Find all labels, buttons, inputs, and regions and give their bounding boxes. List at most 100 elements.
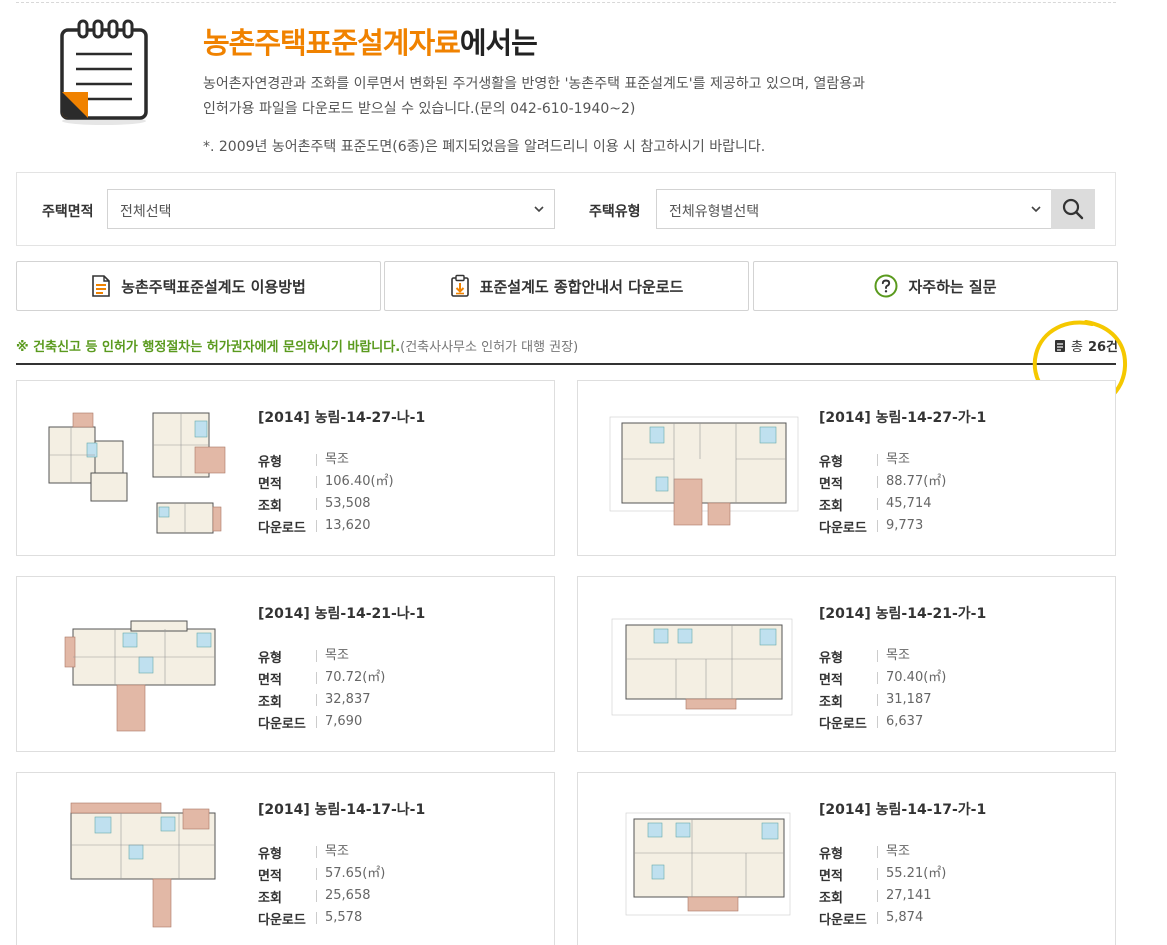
value-downloads: 13,620 — [316, 519, 371, 532]
value-area: 57.65(㎡) — [316, 867, 385, 880]
row-views: 조회 31,187 — [819, 689, 946, 711]
type-select-value: 전체유형별선택 — [669, 204, 760, 220]
row-area: 면적 88.77(㎡) — [819, 471, 946, 493]
row-views: 조회 45,714 — [819, 493, 946, 515]
label-area: 면적 — [819, 868, 843, 884]
list-divider — [16, 363, 1116, 365]
design-card[interactable]: [2014] 농림-14-17-나-1 유형 목조 면적 57.65(㎡) 조회 25… — [16, 772, 555, 945]
search-button[interactable] — [1051, 189, 1095, 229]
value-area: 88.77(㎡) — [877, 475, 946, 488]
label-area: 면적 — [258, 868, 282, 884]
floor-plan-thumbnail — [64, 620, 216, 732]
label-views: 조회 — [258, 498, 282, 514]
label-views: 조회 — [258, 890, 282, 906]
document-icon — [92, 275, 110, 297]
usage-guide-label: 농촌주택표준설계도 이용방법 — [121, 277, 306, 296]
label-type: 유형 — [258, 846, 282, 862]
search-icon — [1062, 198, 1084, 220]
card-title: [2014] 농림-14-21-나-1 — [258, 606, 426, 622]
floor-plan-thumbnail — [70, 802, 216, 928]
intro-line-1: 농어촌자연경관과 조화를 이루면서 변화된 주거생활을 반영한 '농촌주택 표준… — [203, 76, 866, 92]
card-title: [2014] 농림-14-27-나-1 — [258, 410, 426, 426]
intro-line-2: 인허가용 파일을 다운로드 받으실 수 있습니다.(문의 042-610-194… — [203, 101, 636, 117]
label-type: 유형 — [258, 650, 282, 666]
value-downloads: 5,874 — [877, 911, 923, 924]
guide-download-label: 표준설계도 종합안내서 다운로드 — [479, 277, 684, 296]
page-title: 농촌주택표준설계자료에서는 — [203, 20, 538, 62]
faq-button[interactable]: 자주하는 질문 — [753, 261, 1118, 311]
usage-guide-button[interactable]: 농촌주택표준설계도 이용방법 — [16, 261, 381, 311]
card-title: [2014] 농림-14-27-가-1 — [819, 410, 987, 426]
card-title: [2014] 농림-14-17-나-1 — [258, 802, 426, 818]
card-details: 유형 목조 면적 70.72(㎡) 조회 32,837 다운로드 7,690 — [258, 645, 385, 733]
guide-download-button[interactable]: 표준설계도 종합안내서 다운로드 — [384, 261, 749, 311]
top-divider — [16, 2, 1116, 3]
card-details: 유형 목조 면적 106.40(㎡) 조회 53,508 다운로드 13,620 — [258, 449, 394, 537]
label-type: 유형 — [258, 454, 282, 470]
row-views: 조회 27,141 — [819, 885, 946, 907]
label-area: 면적 — [258, 672, 282, 688]
area-select[interactable]: 전체선택 — [107, 189, 555, 229]
title-rest: 에서는 — [459, 26, 538, 60]
label-type: 유형 — [819, 846, 843, 862]
label-area: 면적 — [819, 476, 843, 492]
design-card[interactable]: [2014] 농림-14-27-나-1 유형 목조 면적 106.40(㎡) 조회 5… — [16, 380, 555, 556]
value-type: 목조 — [877, 845, 910, 858]
abolition-notice: *. 2009년 농어촌주택 표준도면(6종)은 폐지되었음을 알려드리니 이용… — [203, 139, 766, 155]
label-downloads: 다운로드 — [819, 912, 867, 928]
row-downloads: 다운로드 6,637 — [819, 711, 946, 733]
label-downloads: 다운로드 — [258, 520, 306, 536]
design-card[interactable]: [2014] 농림-14-21-나-1 유형 목조 면적 70.72(㎡) 조회 32… — [16, 576, 555, 752]
row-type: 유형 목조 — [258, 449, 394, 471]
value-area: 70.40(㎡) — [877, 671, 946, 684]
label-views: 조회 — [819, 694, 843, 710]
value-downloads: 9,773 — [877, 519, 923, 532]
design-card[interactable]: [2014] 농림-14-17-가-1 유형 목조 면적 55.21(㎡) 조회 27… — [577, 772, 1116, 945]
row-type: 유형 목조 — [258, 645, 385, 667]
clipboard-download-icon — [450, 274, 469, 297]
row-area: 면적 57.65(㎡) — [258, 863, 385, 885]
value-type: 목조 — [877, 453, 910, 466]
design-card[interactable]: [2014] 농림-14-27-가-1 유형 목조 면적 88.77(㎡) 조회 45… — [577, 380, 1116, 556]
title-accent: 농촌주택표준설계자료 — [203, 26, 461, 60]
label-downloads: 다운로드 — [819, 520, 867, 536]
value-downloads: 5,578 — [316, 911, 362, 924]
card-title: [2014] 농림-14-21-가-1 — [819, 606, 987, 622]
label-views: 조회 — [819, 890, 843, 906]
question-circle-icon — [874, 274, 898, 298]
notepad-icon — [60, 19, 148, 125]
row-type: 유형 목조 — [819, 449, 946, 471]
intro-description: 농어촌자연경관과 조화를 이루면서 변화된 주거생활을 반영한 '농촌주택 표준… — [203, 72, 923, 122]
row-downloads: 다운로드 13,620 — [258, 515, 394, 537]
row-views: 조회 53,508 — [258, 493, 394, 515]
row-area: 면적 70.40(㎡) — [819, 667, 946, 689]
label-views: 조회 — [258, 694, 282, 710]
value-area: 55.21(㎡) — [877, 867, 946, 880]
label-type: 유형 — [819, 454, 843, 470]
row-views: 조회 25,658 — [258, 885, 385, 907]
value-area: 106.40(㎡) — [316, 475, 394, 488]
row-area: 면적 70.72(㎡) — [258, 667, 385, 689]
row-type: 유형 목조 — [819, 645, 946, 667]
value-views: 31,187 — [877, 693, 932, 706]
floor-plan-thumbnail — [611, 618, 793, 716]
floor-plan-thumbnail — [625, 812, 791, 916]
value-downloads: 7,690 — [316, 715, 362, 728]
design-card[interactable]: [2014] 농림-14-21-가-1 유형 목조 면적 70.40(㎡) 조회 31… — [577, 576, 1116, 752]
value-views: 53,508 — [316, 497, 371, 510]
row-downloads: 다운로드 9,773 — [819, 515, 946, 537]
row-downloads: 다운로드 5,578 — [258, 907, 385, 929]
area-label: 주택면적 — [42, 204, 94, 220]
value-views: 25,658 — [316, 889, 371, 902]
value-type: 목조 — [316, 845, 349, 858]
card-details: 유형 목조 면적 55.21(㎡) 조회 27,141 다운로드 5,874 — [819, 841, 946, 929]
permit-notice-bold: ※ 건축신고 등 인허가 행정절차는 허가권자에게 문의하시기 바랍니다. — [16, 340, 401, 355]
floor-plan-thumbnail — [48, 412, 226, 534]
value-area: 70.72(㎡) — [316, 671, 385, 684]
card-details: 유형 목조 면적 57.65(㎡) 조회 25,658 다운로드 5,578 — [258, 841, 385, 929]
type-select[interactable]: 전체유형별선택 — [656, 189, 1052, 229]
row-area: 면적 55.21(㎡) — [819, 863, 946, 885]
value-views: 32,837 — [316, 693, 371, 706]
label-downloads: 다운로드 — [258, 912, 306, 928]
search-panel: 주택면적 전체선택 주택유형 전체유형별선택 — [16, 172, 1116, 246]
